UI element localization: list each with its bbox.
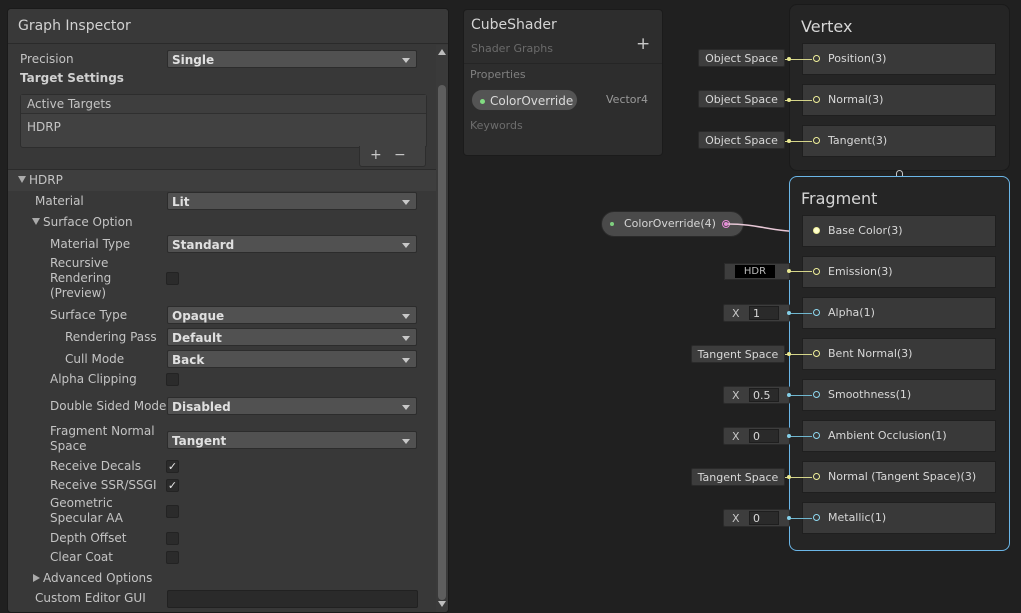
block-normal-tangent-space[interactable]: Normal (Tangent Space)(3) bbox=[802, 461, 996, 493]
metallic-input-field[interactable]: X 0 bbox=[723, 509, 790, 527]
port-dot bbox=[787, 311, 791, 315]
block-label: Ambient Occlusion(1) bbox=[828, 429, 947, 442]
port-dot bbox=[787, 393, 791, 397]
port-dot bbox=[787, 57, 791, 61]
block-label: Smoothness(1) bbox=[828, 388, 912, 401]
float-value[interactable]: 0.5 bbox=[749, 388, 779, 402]
inline-wire bbox=[790, 271, 812, 272]
input-port[interactable] bbox=[813, 514, 820, 521]
float-value[interactable]: 0 bbox=[749, 429, 779, 443]
inline-wire bbox=[790, 313, 812, 314]
port-dot bbox=[787, 352, 791, 356]
port-dot bbox=[787, 269, 791, 273]
port-dot bbox=[787, 475, 791, 479]
space-dropdown[interactable]: Object Space bbox=[698, 131, 785, 149]
block-smoothness[interactable]: Smoothness(1) bbox=[802, 379, 996, 411]
axis-label: X bbox=[732, 512, 740, 525]
input-port[interactable] bbox=[813, 96, 820, 103]
block-label: Base Color(3) bbox=[828, 224, 903, 237]
block-label: Normal(3) bbox=[828, 93, 884, 106]
block-label: Alpha(1) bbox=[828, 306, 875, 319]
port-dot bbox=[787, 434, 791, 438]
ao-input-field[interactable]: X 0 bbox=[723, 427, 790, 445]
port-dot bbox=[787, 98, 791, 102]
smoothness-input-field[interactable]: X 0.5 bbox=[723, 386, 790, 404]
vertex-title: Vertex bbox=[801, 17, 853, 36]
port-dot bbox=[787, 516, 791, 520]
block-label: Tangent(3) bbox=[828, 134, 888, 147]
fragment-title: Fragment bbox=[801, 189, 878, 208]
block-bent-normal[interactable]: Bent Normal(3) bbox=[802, 338, 996, 370]
alpha-input-field[interactable]: X 1 bbox=[723, 304, 790, 322]
space-dropdown[interactable]: Object Space bbox=[698, 49, 785, 67]
space-dropdown[interactable]: Object Space bbox=[698, 90, 785, 108]
input-port[interactable] bbox=[813, 432, 820, 439]
input-port[interactable] bbox=[813, 309, 820, 316]
block-label: Emission(3) bbox=[828, 265, 893, 278]
axis-label: X bbox=[732, 430, 740, 443]
port-dot bbox=[787, 139, 791, 143]
inline-wire bbox=[790, 395, 812, 396]
hdr-color-field[interactable]: HDR bbox=[724, 263, 790, 280]
block-metallic[interactable]: Metallic(1) bbox=[802, 502, 996, 534]
block-tangent[interactable]: Tangent(3) bbox=[802, 125, 996, 157]
input-port[interactable] bbox=[813, 268, 820, 275]
float-value[interactable]: 1 bbox=[749, 306, 779, 320]
inline-wire bbox=[790, 518, 812, 519]
input-port[interactable] bbox=[813, 55, 820, 62]
block-position[interactable]: Position(3) bbox=[802, 43, 996, 75]
input-port[interactable] bbox=[813, 391, 820, 398]
space-dropdown[interactable]: Tangent Space bbox=[691, 468, 785, 486]
input-port[interactable] bbox=[813, 137, 820, 144]
input-port[interactable] bbox=[813, 350, 820, 357]
block-normal[interactable]: Normal(3) bbox=[802, 84, 996, 116]
space-dropdown[interactable]: Tangent Space bbox=[691, 345, 785, 363]
block-label: Bent Normal(3) bbox=[828, 347, 913, 360]
input-port[interactable] bbox=[813, 473, 820, 480]
block-label: Metallic(1) bbox=[828, 511, 887, 524]
block-label: Position(3) bbox=[828, 52, 887, 65]
float-value[interactable]: 0 bbox=[749, 511, 779, 525]
inline-wire bbox=[790, 436, 812, 437]
hdr-swatch: HDR bbox=[735, 265, 775, 278]
block-base-color[interactable]: Base Color(3) bbox=[802, 215, 996, 247]
block-label: Normal (Tangent Space)(3) bbox=[828, 470, 977, 483]
block-alpha[interactable]: Alpha(1) bbox=[802, 297, 996, 329]
block-emission[interactable]: Emission(3) bbox=[802, 256, 996, 288]
axis-label: X bbox=[732, 389, 740, 402]
input-port-connected[interactable] bbox=[813, 227, 820, 234]
block-ambient-occlusion[interactable]: Ambient Occlusion(1) bbox=[802, 420, 996, 452]
axis-label: X bbox=[732, 307, 740, 320]
